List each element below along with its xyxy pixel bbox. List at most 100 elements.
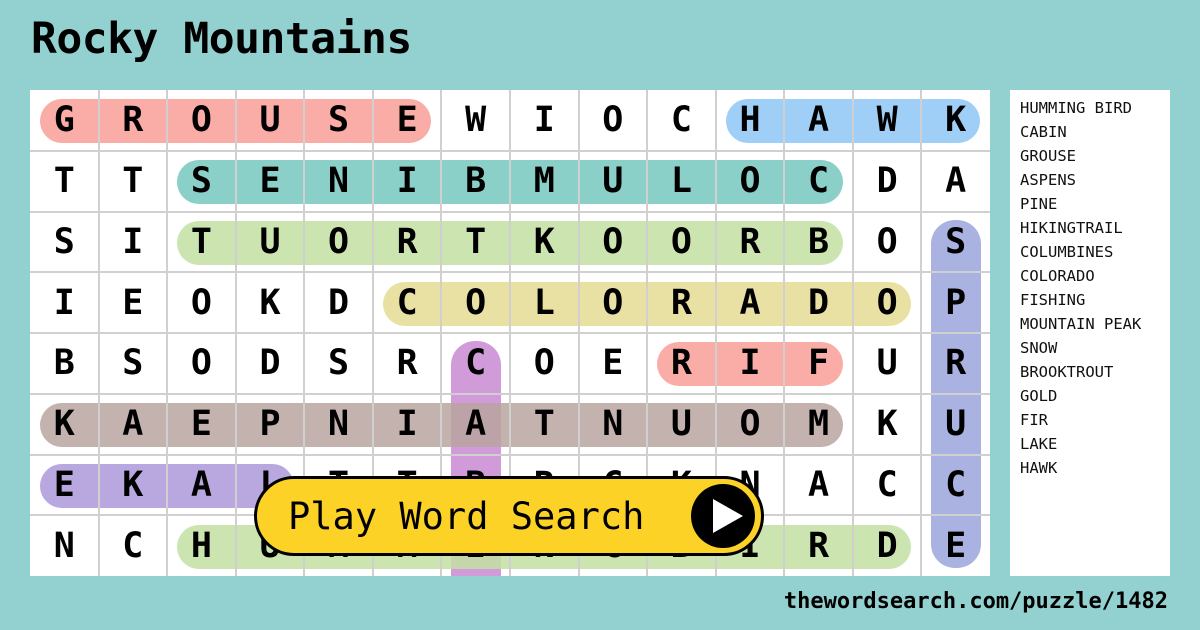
grid-cell[interactable]: S	[167, 151, 236, 212]
grid-cell[interactable]: D	[784, 272, 853, 333]
grid-cell[interactable]: R	[716, 212, 785, 273]
footer-url[interactable]: thewordsearch.com/puzzle/1482	[784, 589, 1168, 614]
grid-cell[interactable]: K	[99, 455, 168, 516]
grid-cell[interactable]: C	[784, 151, 853, 212]
grid-cell[interactable]: F	[784, 333, 853, 394]
grid-cell[interactable]: C	[853, 455, 922, 516]
grid-cell[interactable]: M	[510, 151, 579, 212]
grid-cell[interactable]: H	[167, 515, 236, 576]
grid-cell[interactable]: C	[921, 455, 990, 516]
grid-cell[interactable]: O	[647, 212, 716, 273]
grid-cell[interactable]: L	[647, 151, 716, 212]
play-word-search-button[interactable]: Play Word Search	[254, 476, 764, 556]
grid-cell[interactable]: L	[510, 272, 579, 333]
grid-cell[interactable]: U	[579, 151, 648, 212]
grid-cell[interactable]: O	[167, 90, 236, 151]
grid-cell[interactable]: E	[373, 90, 442, 151]
grid-cell[interactable]: R	[921, 333, 990, 394]
grid-cell[interactable]: S	[99, 333, 168, 394]
word-list-item: CABIN	[1020, 123, 1067, 141]
grid-cell[interactable]: A	[167, 455, 236, 516]
grid-cell[interactable]: O	[167, 333, 236, 394]
grid-cell[interactable]: U	[853, 333, 922, 394]
grid-cell[interactable]: A	[921, 151, 990, 212]
grid-cell[interactable]: S	[304, 90, 373, 151]
grid-cell[interactable]: W	[853, 90, 922, 151]
grid-cell[interactable]: E	[99, 272, 168, 333]
grid-cell[interactable]: O	[716, 151, 785, 212]
grid-cell[interactable]: T	[99, 151, 168, 212]
grid-cell[interactable]: K	[236, 272, 305, 333]
grid-cell[interactable]: B	[784, 212, 853, 273]
grid-cell[interactable]: U	[647, 394, 716, 455]
grid-cell[interactable]: A	[784, 90, 853, 151]
grid-cell[interactable]: I	[716, 333, 785, 394]
grid-cell[interactable]: K	[30, 394, 99, 455]
grid-cell[interactable]: R	[784, 515, 853, 576]
grid-cell[interactable]: R	[373, 333, 442, 394]
grid-cell[interactable]: S	[30, 212, 99, 273]
grid-cell[interactable]: P	[236, 394, 305, 455]
grid-cell[interactable]: N	[579, 394, 648, 455]
grid-cell[interactable]: E	[579, 333, 648, 394]
grid-cell[interactable]: O	[579, 212, 648, 273]
grid-cell[interactable]: O	[853, 212, 922, 273]
grid-cell[interactable]: H	[716, 90, 785, 151]
grid-cell[interactable]: I	[99, 212, 168, 273]
grid-cell[interactable]: O	[510, 333, 579, 394]
grid-cell[interactable]: K	[853, 394, 922, 455]
grid-cell[interactable]: P	[921, 272, 990, 333]
grid-cell[interactable]: B	[30, 333, 99, 394]
grid-cell[interactable]: A	[716, 272, 785, 333]
grid-cell[interactable]: A	[784, 455, 853, 516]
grid-cell[interactable]: D	[853, 515, 922, 576]
grid-cell[interactable]: C	[441, 333, 510, 394]
grid-cell[interactable]: S	[304, 333, 373, 394]
grid-cell[interactable]: O	[579, 90, 648, 151]
grid-cell[interactable]: T	[30, 151, 99, 212]
grid-cell[interactable]: O	[579, 272, 648, 333]
grid-cell[interactable]: T	[441, 212, 510, 273]
grid-cell[interactable]: B	[441, 151, 510, 212]
grid-cell[interactable]: R	[647, 333, 716, 394]
grid-cell[interactable]: D	[236, 333, 305, 394]
grid-cell[interactable]: K	[510, 212, 579, 273]
grid-cell[interactable]: A	[99, 394, 168, 455]
grid-cell[interactable]: E	[236, 151, 305, 212]
grid-cell[interactable]: O	[853, 272, 922, 333]
grid-cell[interactable]: U	[236, 90, 305, 151]
grid-cell[interactable]: C	[647, 90, 716, 151]
grid-cell[interactable]: M	[784, 394, 853, 455]
grid-cell[interactable]: N	[304, 151, 373, 212]
grid-cell[interactable]: I	[373, 394, 442, 455]
grid-cell[interactable]: C	[373, 272, 442, 333]
grid-cell[interactable]: R	[647, 272, 716, 333]
grid-cell[interactable]: D	[304, 272, 373, 333]
grid-cell[interactable]: U	[236, 212, 305, 273]
grid-cell[interactable]: K	[921, 90, 990, 151]
grid-cell[interactable]: R	[99, 90, 168, 151]
grid-cell[interactable]: O	[167, 272, 236, 333]
grid-cell[interactable]: D	[853, 151, 922, 212]
grid-cell[interactable]: I	[373, 151, 442, 212]
grid-cell[interactable]: W	[441, 90, 510, 151]
grid-cell[interactable]: I	[30, 272, 99, 333]
grid-cell[interactable]: G	[30, 90, 99, 151]
grid-cell[interactable]: T	[167, 212, 236, 273]
grid-cell[interactable]: O	[304, 212, 373, 273]
grid-cell[interactable]: S	[921, 212, 990, 273]
grid-cell[interactable]: C	[99, 515, 168, 576]
grid-cell[interactable]: N	[304, 394, 373, 455]
grid-cell[interactable]: O	[441, 272, 510, 333]
grid-cell[interactable]: A	[441, 394, 510, 455]
grid-cell[interactable]: N	[30, 515, 99, 576]
grid-cell[interactable]: E	[921, 515, 990, 576]
grid-cell[interactable]: E	[167, 394, 236, 455]
word-list-item: LAKE	[1020, 435, 1058, 453]
grid-cell[interactable]: U	[921, 394, 990, 455]
grid-cell[interactable]: E	[30, 455, 99, 516]
grid-cell[interactable]: I	[510, 90, 579, 151]
grid-cell[interactable]: R	[373, 212, 442, 273]
grid-cell[interactable]: O	[716, 394, 785, 455]
grid-cell[interactable]: T	[510, 394, 579, 455]
